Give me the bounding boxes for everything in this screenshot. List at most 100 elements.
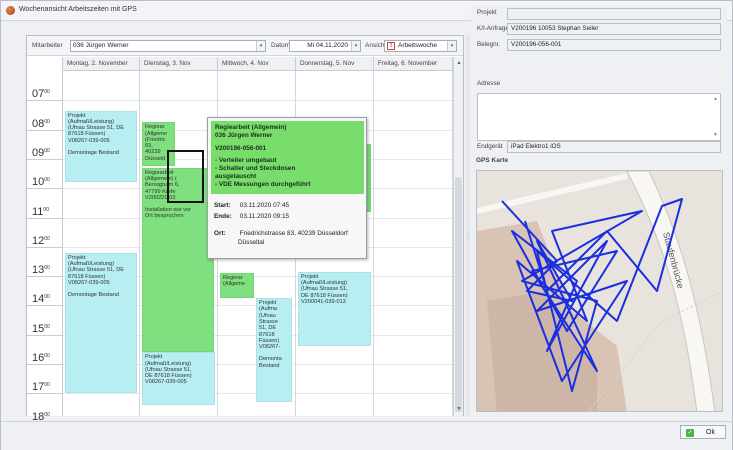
chevron-down-icon[interactable]: ▾	[256, 41, 265, 51]
tooltip-end-label: Ende:	[214, 213, 232, 220]
tooltip-end-value: 03.11.2020 09:15	[239, 213, 290, 220]
tooltip-number: V200196-056-001	[215, 144, 267, 152]
datum-field[interactable]: Mi 04.11.2020 ▾	[289, 40, 361, 52]
appointment-text: Demontage Bestand	[68, 150, 119, 157]
mitarbeiter-value: 036 Jürgen Werner	[73, 42, 129, 49]
hour-label: 1300	[32, 264, 50, 277]
day-header[interactable]: Mittwoch, 4. Nov	[218, 57, 296, 71]
appointment-text: V200041-039-013	[301, 298, 346, 305]
tooltip-ort-value-2: Düsseltal	[238, 239, 265, 246]
tooltip-ort-value: Friedrichstrasse 83, 40239 Düsseldorf	[239, 230, 348, 237]
hour-label: 1000	[32, 176, 50, 189]
gps-map-canvas: Staufenbrücke	[477, 171, 722, 411]
tooltip-ort-label: Ort:	[214, 230, 226, 237]
hour-label: 1100	[32, 205, 49, 218]
endgeraet-label: Endgerät	[477, 143, 503, 150]
tooltip-note: ausgetauscht	[215, 172, 257, 180]
mitarbeiter-select[interactable]: 036 Jürgen Werner ▾	[70, 40, 266, 52]
event-tooltip: Regiearbeit (Allgemein) 036 Jürgen Werne…	[207, 117, 367, 259]
tooltip-ort-row: Ort: Friedrichstrasse 83, 40239 Düsseldo…	[214, 230, 348, 237]
hour-divider	[27, 364, 63, 365]
hour-label: 0900	[32, 146, 50, 159]
appointment[interactable]: Projekt (Aufma (Ufnau Strasse 51, DE 87618 Füs…	[256, 298, 292, 403]
projekt-field[interactable]	[507, 8, 721, 20]
vertical-scrollbar[interactable]: ▲ ▼	[453, 57, 463, 416]
road-shape	[626, 171, 716, 411]
day-header-row: Montag, 2. November Dienstag, 3. Nov Mittw…	[63, 57, 453, 71]
ansicht-value: Arbeitswoche	[398, 42, 438, 49]
hour-label: 0700	[32, 88, 50, 101]
tooltip-header: Regiearbeit (Allgemein) 036 Jürgen Werne…	[211, 121, 364, 194]
bottom-bar	[1, 421, 732, 450]
hour-divider	[27, 393, 63, 395]
appointment[interactable]: Projekt (Aufmaß/Leistung) (Ufnau Strasse 5…	[298, 271, 371, 347]
tooltip-employee: 036 Jürgen Werner	[215, 131, 273, 139]
panel-splitter[interactable]	[466, 35, 470, 416]
chevron-down-icon[interactable]: ▾	[447, 41, 456, 51]
selected-event-outline	[167, 150, 204, 203]
day-header[interactable]: Montag, 2. November	[63, 57, 140, 71]
chevron-down-icon[interactable]: ▾	[351, 41, 360, 51]
hour-label: 1600	[32, 352, 50, 364]
hour-divider	[27, 334, 63, 336]
tooltip-start-row: Start: 03.11.2020 07:45	[214, 202, 289, 209]
hour-divider	[27, 100, 63, 102]
hour-divider	[27, 305, 63, 307]
check-icon: ✓	[686, 429, 694, 437]
window-title: Wochenansicht Arbeitszeiten mit GPS	[19, 6, 137, 13]
belegnr-label: Belegnr.	[477, 41, 501, 48]
ok-label: Ok	[706, 429, 715, 436]
projekt-label: Projekt	[477, 9, 497, 16]
scroll-down-icon[interactable]: ▼	[713, 132, 718, 138]
gps-map[interactable]: Staufenbrücke	[476, 170, 723, 412]
ansicht-select[interactable]: 3 Arbeitswoche ▾	[384, 40, 457, 52]
appointment-text: Ort besprochen	[145, 213, 184, 220]
appointment[interactable]: Regiear (Allgeme	[220, 273, 254, 299]
hour-label: 1500	[32, 322, 50, 335]
endgeraet-field[interactable]: iPad Elektro1 iOS	[507, 141, 721, 153]
gps-map-header: GPS Karte	[476, 157, 509, 164]
hour-divider	[27, 129, 63, 131]
hour-divider	[27, 158, 63, 160]
scroll-up-icon[interactable]: ▲	[713, 96, 718, 102]
hour-label: 0800	[32, 117, 50, 130]
tooltip-start-label: Start:	[214, 202, 231, 209]
adresse-field[interactable]: ▲ ▼	[477, 93, 721, 141]
day-header[interactable]: Dienstag, 3. Nov	[140, 57, 218, 71]
hour-label: 1200	[32, 234, 50, 247]
calendar-toolbar: Mitarbeiter 036 Jürgen Werner ▾ Datum Mi…	[27, 36, 463, 56]
road-shape	[477, 173, 628, 214]
scroll-up-icon[interactable]: ▲	[455, 59, 463, 67]
kanfrage-field[interactable]: V200196 10053 Stephan Seiler	[507, 23, 721, 35]
scroll-down-icon[interactable]: ▼	[455, 405, 463, 413]
adresse-label: Adresse	[477, 80, 501, 87]
calendar-icon: 3	[387, 42, 395, 50]
ok-button[interactable]: ✓ Ok	[680, 425, 726, 439]
appointment-text: Bestand	[259, 362, 280, 369]
tooltip-start-value: 03.11.2020 07:45	[239, 202, 290, 209]
splitter-grip-icon[interactable]: ⋮	[466, 235, 471, 240]
scrollbar-thumb[interactable]	[455, 177, 462, 412]
tooltip-note: - Schalter und Steckdosen	[215, 165, 296, 173]
week-calendar-panel: Mitarbeiter 036 Jürgen Werner ▾ Datum Mi…	[26, 35, 464, 424]
hour-divider	[27, 276, 63, 278]
hour-divider	[27, 246, 63, 248]
appointment-text: Demontage Bestand	[68, 292, 119, 299]
tooltip-end-row: Ende: 03.11.2020 09:15	[214, 213, 289, 220]
datum-value: Mi 04.11.2020	[307, 42, 348, 49]
day-header[interactable]: Donnerstag, 5. Nov	[296, 57, 374, 71]
appointment-text: (Allgeme	[223, 281, 246, 288]
hour-divider	[27, 217, 63, 219]
appointment[interactable]: Projekt (Aufmaß/Leistung) (Ufnau Strasse 5…	[65, 252, 137, 394]
mitarbeiter-label: Mitarbeiter	[32, 42, 63, 49]
hour-divider	[27, 188, 63, 190]
appointment[interactable]: Projekt (Aufmaß/Leistung) (Ufnau Strasse 5…	[65, 110, 137, 183]
day-header[interactable]: Freitag, 6. November	[374, 57, 453, 71]
hour-label: 1400	[32, 293, 50, 306]
app-icon	[6, 6, 15, 15]
appointment[interactable]: Projekt (Aufmaß/Leistung) (Ufnau Strasse 5…	[142, 352, 215, 405]
day-column[interactable]	[374, 71, 453, 416]
app-window: Wochenansicht Arbeitszeiten mit GPS ⧉ ✕ …	[0, 0, 733, 450]
belegnr-field[interactable]: V200196-056-001	[507, 39, 721, 51]
details-panel: Projekt K/I-Anfrage V200196 10053 Stepha…	[471, 5, 727, 416]
